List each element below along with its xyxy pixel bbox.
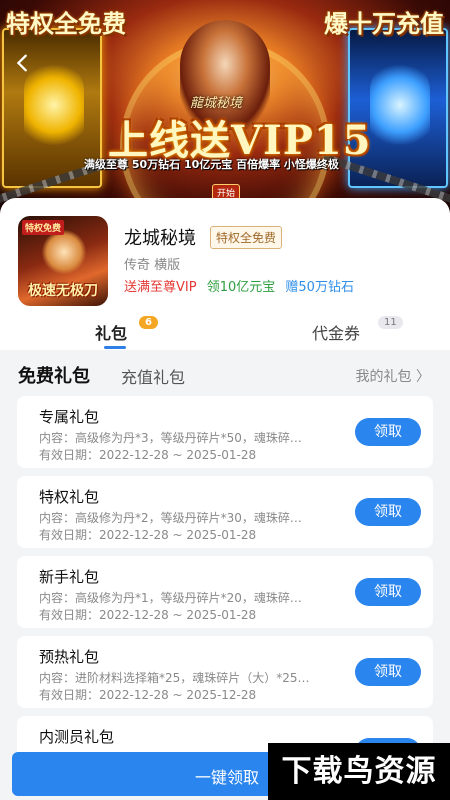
claim-button[interactable]: 领取 <box>355 418 421 446</box>
tab-gift[interactable]: 礼包 6 <box>95 316 158 344</box>
game-icon-title: 极速无极刀 <box>28 283 98 299</box>
gift-card: 专属礼包 内容：高级修为丹*3，等级丹碎片*50，魂珠碎… 有效日期：2022-… <box>17 396 433 468</box>
tab-voucher[interactable]: 代金券 11 <box>312 316 403 344</box>
game-type: 传奇 横版 <box>124 258 181 273</box>
tab-voucher-count: 11 <box>378 316 403 329</box>
gift-content: 内容：高级修为丹*2，等级丹碎片*30，魂珠碎… <box>39 511 302 525</box>
chevron-left-icon <box>16 54 27 72</box>
claim-button[interactable]: 领取 <box>355 498 421 526</box>
gift-list-area: 免费礼包 充值礼包 我的礼包 〉 专属礼包 内容：高级修为丹*3，等级丹碎片*5… <box>0 350 450 800</box>
blue-creature-art <box>370 60 430 150</box>
gift-title: 特权礼包 <box>39 488 100 506</box>
game-icon-badge: 特权免费 <box>22 220 65 235</box>
promo-banner[interactable]: 特权全免费 爆十万充值 龍城秘境 上线送VIP15 满级至尊 50万钻石 10亿… <box>0 0 450 215</box>
banner-left-slogan: 特权全免费 <box>6 10 126 38</box>
gift-validity: 有效日期：2022-12-28 ~ 2025-01-28 <box>39 608 257 622</box>
gift-content: 内容：高级修为丹*1，等级丹碎片*20，魂珠碎… <box>39 591 302 605</box>
gift-sheet: 特权免费 极速无极刀 龙城秘境 特权全免费 传奇 横版 送满至尊VIP 领10亿… <box>0 198 450 800</box>
game-icon[interactable]: 特权免费 极速无极刀 <box>18 216 108 306</box>
gift-content: 内容：高级修为丹*3，等级丹碎片*50，魂珠碎… <box>39 431 302 445</box>
game-perks: 送满至尊VIP 领10亿元宝 赠50万钻石 <box>124 276 360 295</box>
subtab-recharge-gifts[interactable]: 充值礼包 <box>121 364 185 388</box>
privilege-tag: 特权全免费 <box>210 226 283 249</box>
perk-ingot: 领10亿元宝 <box>206 280 276 295</box>
claim-button[interactable]: 领取 <box>355 578 421 606</box>
gift-title: 内测员礼包 <box>39 728 115 746</box>
banner-subline: 满级至尊 50万钻石 10亿元宝 百倍爆率 小怪爆终极 <box>84 158 339 171</box>
back-button[interactable] <box>12 52 34 74</box>
gift-card: 特权礼包 内容：高级修为丹*2，等级丹碎片*30，魂珠碎… 有效日期：2022-… <box>17 476 433 548</box>
watermark: 下载鸟资源 <box>268 743 450 800</box>
gift-validity: 有效日期：2022-12-28 ~ 2025-01-28 <box>39 528 257 542</box>
gift-title: 新手礼包 <box>39 568 100 586</box>
subtab-free-gifts[interactable]: 免费礼包 <box>18 362 90 388</box>
gift-subtabs: 免费礼包 充值礼包 我的礼包 〉 <box>18 362 438 392</box>
tab-gift-label: 礼包 <box>95 324 128 343</box>
gift-validity: 有效日期：2022-12-28 ~ 2025-12-28 <box>39 688 257 702</box>
my-gifts-link[interactable]: 我的礼包 〉 <box>356 366 430 386</box>
perk-vip: 送满至尊VIP <box>124 280 197 295</box>
gift-content: 内容：进阶材料选择箱*25，魂珠碎片（大）*25… <box>39 671 310 685</box>
game-info: 特权免费 极速无极刀 龙城秘境 特权全免费 传奇 横版 送满至尊VIP 领10亿… <box>18 216 438 306</box>
gift-card: 新手礼包 内容：高级修为丹*1，等级丹碎片*20，魂珠碎… 有效日期：2022-… <box>17 556 433 628</box>
claim-button[interactable]: 领取 <box>355 658 421 686</box>
gift-validity: 有效日期：2022-12-28 ~ 2025-01-28 <box>39 448 257 462</box>
banner-right-slogan: 爆十万充值 <box>324 10 444 38</box>
gift-title: 专属礼包 <box>39 408 100 426</box>
game-name: 龙城秘境 <box>124 228 196 249</box>
tab-voucher-label: 代金券 <box>312 324 361 343</box>
perk-diamond: 赠50万钻石 <box>285 280 354 295</box>
gift-title: 预热礼包 <box>39 648 100 666</box>
game-icon-figure <box>42 230 86 274</box>
tab-gift-count: 6 <box>139 316 158 329</box>
active-tab-indicator <box>104 346 126 349</box>
gift-card: 预热礼包 内容：进阶材料选择箱*25，魂珠碎片（大）*25… 有效日期：2022… <box>17 636 433 708</box>
